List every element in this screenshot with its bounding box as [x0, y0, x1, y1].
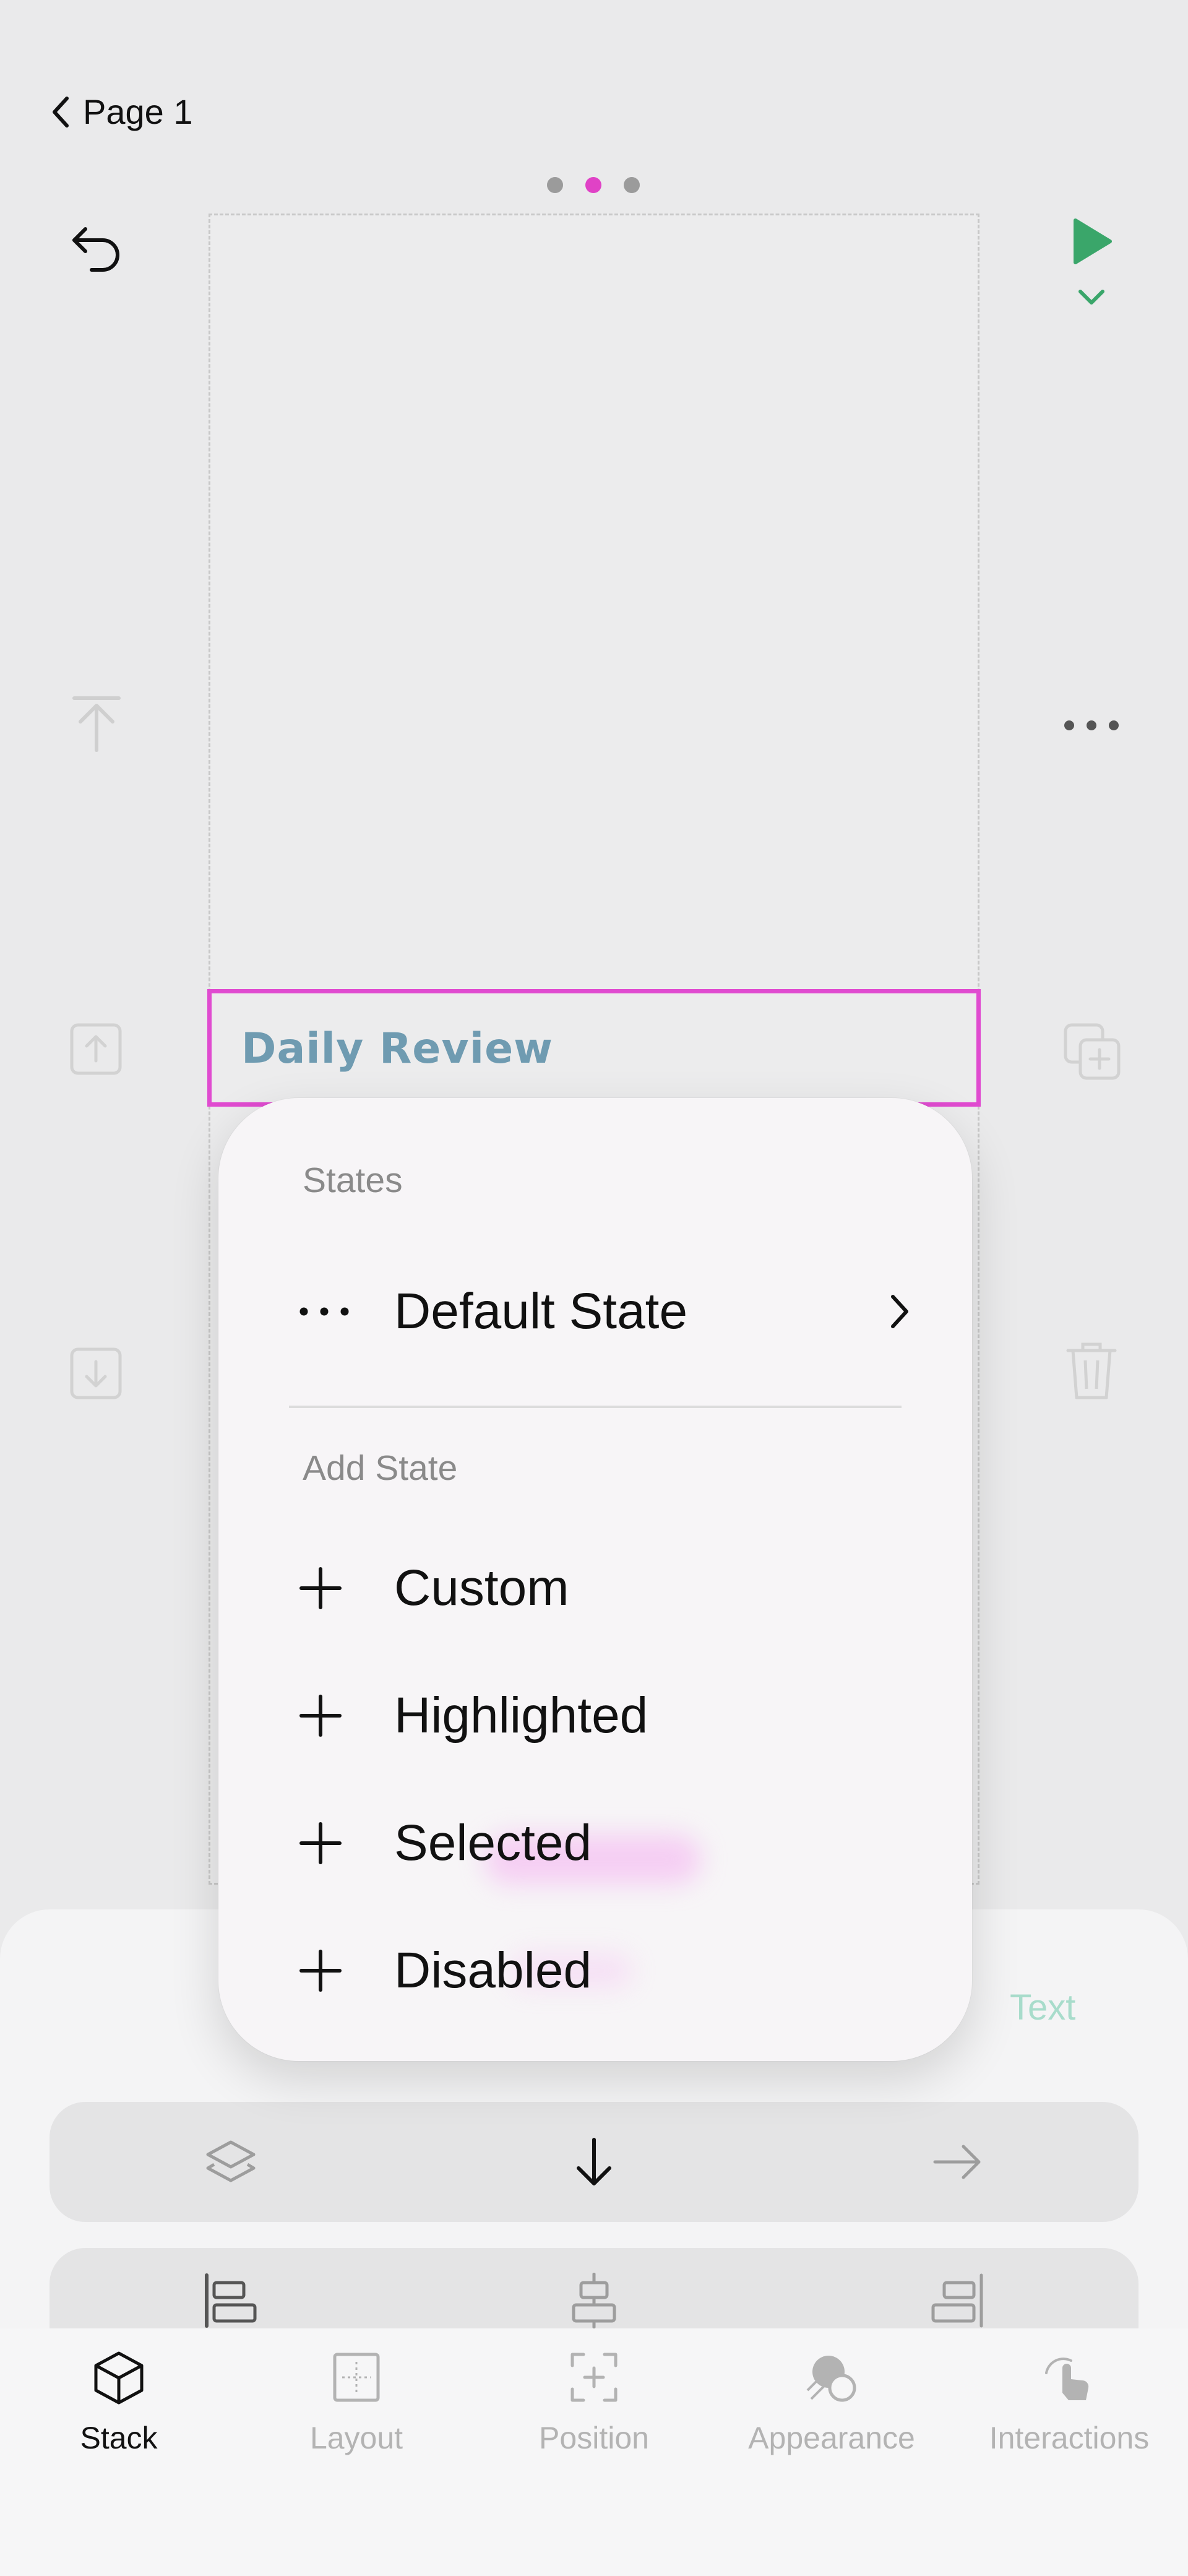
layers-icon	[203, 2137, 259, 2187]
chevron-down-icon[interactable]	[1077, 288, 1106, 306]
plus-icon	[299, 1567, 355, 1610]
tab-position[interactable]: Position	[483, 2349, 705, 2456]
tab-bar: Stack Layout Position Appearance Interac…	[0, 2328, 1188, 2576]
layout-grid-icon	[330, 2349, 383, 2405]
page-dot-active[interactable]	[585, 177, 601, 193]
align-center-button[interactable]	[532, 2267, 656, 2335]
page-indicator[interactable]	[547, 177, 640, 193]
move-to-top-icon[interactable]	[69, 693, 124, 755]
add-state-option-label: Highlighted	[394, 1687, 648, 1744]
tap-hand-icon	[1041, 2349, 1097, 2405]
appearance-icon	[804, 2349, 859, 2405]
menu-divider	[289, 1406, 902, 1408]
position-icon	[567, 2349, 621, 2405]
default-state-item[interactable]: Default State	[299, 1271, 910, 1352]
tab-label: Layout	[309, 2421, 403, 2455]
tab-stack[interactable]: Stack	[7, 2349, 230, 2456]
trash-icon[interactable]	[1064, 1341, 1119, 1403]
tab-label: Interactions	[989, 2421, 1150, 2455]
cube-icon	[92, 2349, 145, 2405]
tab-label: Stack	[80, 2421, 158, 2455]
selected-text-element[interactable]: Daily Review	[241, 1024, 553, 1073]
add-state-option-label: Selected	[394, 1815, 592, 1871]
vstack-button[interactable]	[532, 2116, 656, 2208]
stack-direction-control	[50, 2102, 1138, 2222]
play-icon[interactable]	[1070, 217, 1114, 266]
alignment-control	[50, 2248, 1138, 2335]
plus-icon	[299, 1822, 355, 1865]
add-state-option-label: Custom	[394, 1560, 569, 1616]
undo-icon[interactable]	[67, 217, 126, 276]
ellipsis-icon	[299, 1307, 355, 1316]
states-section-label: States	[303, 1160, 403, 1200]
align-trailing-button[interactable]	[895, 2267, 1019, 2335]
states-menu: States Default State Add State Custom Hi…	[218, 1098, 972, 2061]
element-type-label: Text	[1010, 1987, 1076, 2028]
add-custom-state-item[interactable]: Custom	[299, 1548, 910, 1628]
back-to-page-link[interactable]: Page 1	[51, 92, 193, 132]
page-dot[interactable]	[547, 177, 563, 193]
add-disabled-state-item[interactable]: Disabled	[299, 1930, 910, 2011]
add-highlighted-state-item[interactable]: Highlighted	[299, 1675, 910, 1756]
align-leading-button[interactable]	[169, 2267, 293, 2335]
more-options-icon[interactable]	[1063, 719, 1120, 732]
align-center-icon	[566, 2273, 622, 2328]
align-left-icon	[203, 2273, 259, 2328]
tab-label: Appearance	[748, 2421, 915, 2455]
add-state-option-label: Disabled	[394, 1942, 592, 1999]
hstack-button[interactable]	[895, 2116, 1019, 2208]
tab-appearance[interactable]: Appearance	[720, 2349, 943, 2456]
tab-label: Position	[539, 2421, 649, 2455]
duplicate-icon[interactable]	[1062, 1021, 1124, 1083]
default-state-label: Default State	[394, 1283, 688, 1339]
page-dot[interactable]	[624, 177, 640, 193]
zstack-button[interactable]	[169, 2116, 293, 2208]
tab-layout[interactable]: Layout	[245, 2349, 468, 2456]
chevron-right-icon	[888, 1293, 910, 1330]
align-right-icon	[929, 2273, 985, 2328]
chevron-left-icon	[51, 96, 69, 128]
arrow-right-icon	[931, 2140, 983, 2184]
plus-icon	[299, 1949, 355, 1992]
add-state-section-label: Add State	[303, 1448, 458, 1488]
arrow-down-icon	[572, 2136, 616, 2188]
tab-interactions[interactable]: Interactions	[958, 2349, 1181, 2456]
add-selected-state-item[interactable]: Selected	[299, 1803, 910, 1883]
move-down-icon[interactable]	[69, 1347, 123, 1400]
move-up-icon[interactable]	[69, 1022, 123, 1076]
plus-icon	[299, 1694, 355, 1737]
back-link-label: Page 1	[83, 92, 193, 131]
